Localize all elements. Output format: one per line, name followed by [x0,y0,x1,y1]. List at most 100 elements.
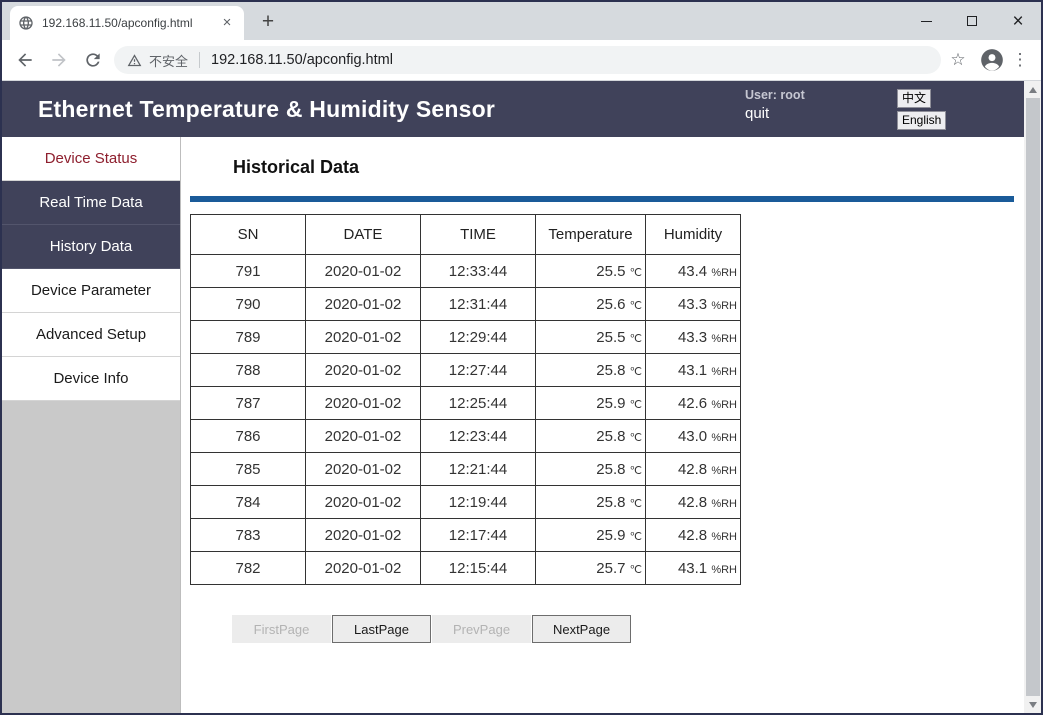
date-cell: 2020-01-02 [305,254,421,288]
date-cell: 2020-01-02 [305,320,421,354]
date-cell: 2020-01-02 [305,485,421,519]
value: 43.3 [677,328,712,346]
close-window-button[interactable]: × [995,2,1041,40]
sidebar: Device Status Real Time Data History Dat… [2,137,181,713]
value: 43.1 [677,559,712,577]
value: 25.8 [596,493,630,511]
unit-label: ℃ [629,299,642,312]
web-page: Ethernet Temperature & Humidity Sensor U… [2,81,1041,713]
browser-window: 192.168.11.50/apconfig.html × + × 不安全 19… [0,0,1043,715]
value: 25.5 [596,262,630,280]
quit-link[interactable]: quit [745,105,805,122]
sn-cell: 783 [190,518,306,552]
value: 25.7 [596,559,630,577]
tab-close-icon[interactable]: × [218,14,236,32]
maximize-button[interactable] [949,2,995,40]
unit-label: %RH [711,563,737,576]
reload-button[interactable] [80,47,106,73]
close-icon: × [1012,10,1024,32]
table-row: 785 2020-01-02 12:21:44 25.8 ℃ 42.8 %RH [190,452,741,486]
time-cell: 12:23:44 [420,419,536,453]
sn-cell: 782 [190,551,306,585]
humidity-cell: 43.1 %RH [645,353,741,387]
sidebar-item-advanced-setup[interactable]: Advanced Setup [2,313,180,357]
humidity-cell: 42.8 %RH [645,518,741,552]
time-cell: 12:25:44 [420,386,536,420]
date-cell: 2020-01-02 [305,551,421,585]
url-input[interactable]: 不安全 192.168.11.50/apconfig.html [114,46,941,74]
user-block: User: root quit [745,88,805,122]
value: 25.8 [596,427,630,445]
temperature-cell: 25.5 ℃ [535,254,646,288]
browser-menu-icon[interactable]: ⋮ [1009,50,1031,70]
value: 43.1 [677,361,712,379]
section-heading: Historical Data [233,157,360,177]
value: 25.9 [596,394,630,412]
unit-label: ℃ [629,332,642,345]
column-header-temperature: Temperature [535,214,646,255]
sidebar-item-history-data[interactable]: History Data [2,225,180,269]
lang-english-button[interactable]: English [897,111,947,130]
last-page-button[interactable]: LastPage [332,615,431,643]
new-tab-button[interactable]: + [254,8,282,36]
humidity-cell: 43.4 %RH [645,254,741,288]
unit-label: %RH [711,497,737,510]
language-switcher: 中文 English [897,89,947,130]
sn-cell: 790 [190,287,306,321]
profile-avatar-icon[interactable] [979,47,1005,73]
table-row: 787 2020-01-02 12:25:44 25.9 ℃ 42.6 %RH [190,386,741,420]
tab-strip: 192.168.11.50/apconfig.html × + × [2,2,1041,40]
unit-label: ℃ [629,563,642,576]
address-bar: 不安全 192.168.11.50/apconfig.html ☆ ⋮ [2,40,1041,81]
sn-cell: 788 [190,353,306,387]
temperature-cell: 25.9 ℃ [535,518,646,552]
date-cell: 2020-01-02 [305,419,421,453]
pagination: FirstPage LastPage PrevPage NextPage [232,615,1024,643]
sidebar-item-device-status[interactable]: Device Status [2,137,180,181]
scroll-down-button[interactable] [1024,696,1041,713]
time-cell: 12:15:44 [420,551,536,585]
temperature-cell: 25.7 ℃ [535,551,646,585]
temperature-cell: 25.8 ℃ [535,419,646,453]
table-row: 786 2020-01-02 12:23:44 25.8 ℃ 43.0 %RH [190,419,741,453]
lang-chinese-button[interactable]: 中文 [897,89,932,108]
page-title: Ethernet Temperature & Humidity Sensor [38,96,496,122]
value: 25.8 [596,460,630,478]
time-cell: 12:21:44 [420,452,536,486]
table-row: 782 2020-01-02 12:15:44 25.7 ℃ 43.1 %RH [190,551,741,585]
time-cell: 12:27:44 [420,353,536,387]
temperature-cell: 25.9 ℃ [535,386,646,420]
sidebar-item-device-parameter[interactable]: Device Parameter [2,269,180,313]
forward-button[interactable] [46,47,72,73]
table-row: 791 2020-01-02 12:33:44 25.5 ℃ 43.4 %RH [190,254,741,288]
sidebar-item-real-time-data[interactable]: Real Time Data [2,181,180,225]
browser-tab[interactable]: 192.168.11.50/apconfig.html × [10,6,244,40]
minimize-button[interactable] [903,2,949,40]
vertical-scrollbar[interactable] [1024,81,1041,713]
maximize-icon [967,16,977,26]
value: 43.3 [677,295,712,313]
humidity-cell: 42.6 %RH [645,386,741,420]
next-page-button[interactable]: NextPage [532,615,631,643]
value: 25.9 [596,526,630,544]
unit-label: %RH [711,431,737,444]
sidebar-filler [2,401,180,713]
scrollbar-thumb[interactable] [1026,98,1040,696]
sidebar-item-device-info[interactable]: Device Info [2,357,180,401]
date-cell: 2020-01-02 [305,386,421,420]
humidity-cell: 42.8 %RH [645,485,741,519]
unit-label: %RH [711,530,737,543]
unit-label: %RH [711,464,737,477]
date-cell: 2020-01-02 [305,353,421,387]
unit-label: %RH [711,398,737,411]
first-page-button: FirstPage [232,615,331,643]
date-cell: 2020-01-02 [305,518,421,552]
humidity-cell: 43.1 %RH [645,551,741,585]
unit-label: %RH [711,299,737,312]
security-label[interactable]: 不安全 [149,51,188,70]
scroll-up-button[interactable] [1024,81,1041,98]
humidity-cell: 43.0 %RH [645,419,741,453]
bookmark-star-icon[interactable]: ☆ [945,50,971,70]
date-cell: 2020-01-02 [305,287,421,321]
back-button[interactable] [12,47,38,73]
